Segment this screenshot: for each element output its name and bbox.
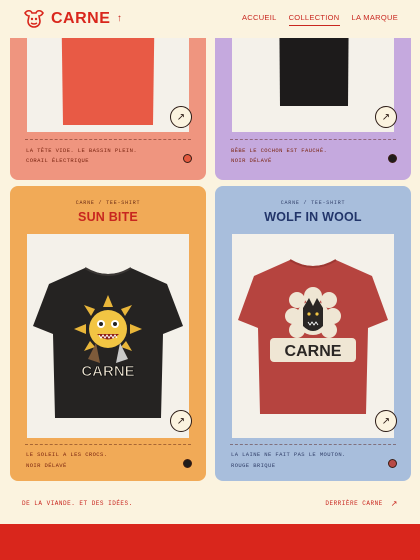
colour-swatch[interactable] bbox=[183, 459, 192, 468]
arrow-up-icon[interactable]: ↑ bbox=[116, 14, 122, 25]
arrow-up-right-icon: ↗ bbox=[381, 415, 391, 427]
tshirt-image: CARNE bbox=[33, 267, 183, 418]
footer-link-label: DERRIÈRE CARNE bbox=[325, 499, 383, 507]
arrow-up-right-icon: ↗ bbox=[381, 111, 391, 123]
nav-item-collection[interactable]: COLLECTION bbox=[288, 13, 340, 26]
divider bbox=[25, 139, 191, 140]
product-category: CARNE / TEE-SHIRT bbox=[280, 200, 346, 206]
product-colour: CORAIL ÉLECTRIQUE bbox=[26, 157, 89, 164]
product-card-sun-bite[interactable]: CARNE / TEE-SHIRT SUN BITE CARNE ↗ LE SO… bbox=[10, 186, 206, 481]
product-colour: ROUGE BRIQUE bbox=[231, 462, 276, 469]
product-photo: CARNE bbox=[27, 234, 189, 438]
derriere-carne-link[interactable]: DERRIÈRE CARNE ↗ bbox=[325, 499, 398, 508]
nav-item-la-marque[interactable]: LA MARQUE bbox=[352, 13, 398, 26]
bull-logo-icon bbox=[24, 9, 44, 28]
open-product-button[interactable]: ↗ bbox=[375, 106, 397, 128]
product-tagline: LE SOLEIL A LES CROCS. bbox=[26, 451, 108, 458]
colour-swatch[interactable] bbox=[183, 154, 192, 163]
open-product-button[interactable]: ↗ bbox=[170, 410, 192, 432]
product-colour: NOIR DÉLAVÉ bbox=[26, 462, 67, 469]
site-header: CARNE ↑ ACCUEIL COLLECTION LA MARQUE bbox=[0, 0, 420, 38]
footer-bar: DE LA VIANDE. ET DES IDÉES. DERRIÈRE CAR… bbox=[0, 492, 420, 514]
product-title: WOLF IN WOOL bbox=[264, 210, 362, 224]
main-nav: ACCUEIL COLLECTION LA MARQUE bbox=[242, 13, 398, 26]
colour-swatch[interactable] bbox=[388, 459, 397, 468]
product-title: SUN BITE bbox=[78, 210, 138, 224]
product-tagline: BÊBE LE COCHON EST FAUCHÉ. bbox=[231, 147, 328, 154]
product-card-wolf-in-wool[interactable]: CARNE / TEE-SHIRT WOLF IN WOOL CARNE ↗ L… bbox=[215, 186, 411, 481]
footer-red-band bbox=[0, 524, 420, 560]
shirt-graphic-text: CARNE bbox=[285, 343, 342, 360]
open-product-button[interactable]: ↗ bbox=[170, 106, 192, 128]
arrow-up-right-icon: ↗ bbox=[176, 111, 186, 123]
divider bbox=[230, 139, 396, 140]
product-colour: NOIR DÉLAVÉ bbox=[231, 157, 272, 164]
divider bbox=[230, 444, 396, 445]
product-tagline: LA LAINE NE FAIT PAS LE MOUTON. bbox=[231, 451, 346, 458]
brand-name: CARNE bbox=[51, 10, 111, 27]
footer-slogan: DE LA VIANDE. ET DES IDÉES. bbox=[22, 499, 133, 507]
tshirt-image: CARNE bbox=[238, 259, 388, 414]
product-tagline: LA TÊTE VIDE. LE BASSIN PLEIN. bbox=[26, 147, 138, 154]
nav-item-accueil[interactable]: ACCUEIL bbox=[242, 13, 277, 26]
logo[interactable]: CARNE bbox=[22, 9, 110, 29]
product-photo: CARNE bbox=[232, 234, 394, 438]
open-product-button[interactable]: ↗ bbox=[375, 410, 397, 432]
arrow-up-right-icon: ↗ bbox=[176, 415, 186, 427]
product-category: CARNE / TEE-SHIRT bbox=[75, 200, 141, 206]
divider bbox=[25, 444, 191, 445]
shirt-graphic-text: CARNE bbox=[81, 363, 134, 380]
arrow-up-right-icon: ↗ bbox=[390, 498, 398, 508]
colour-swatch[interactable] bbox=[388, 154, 397, 163]
